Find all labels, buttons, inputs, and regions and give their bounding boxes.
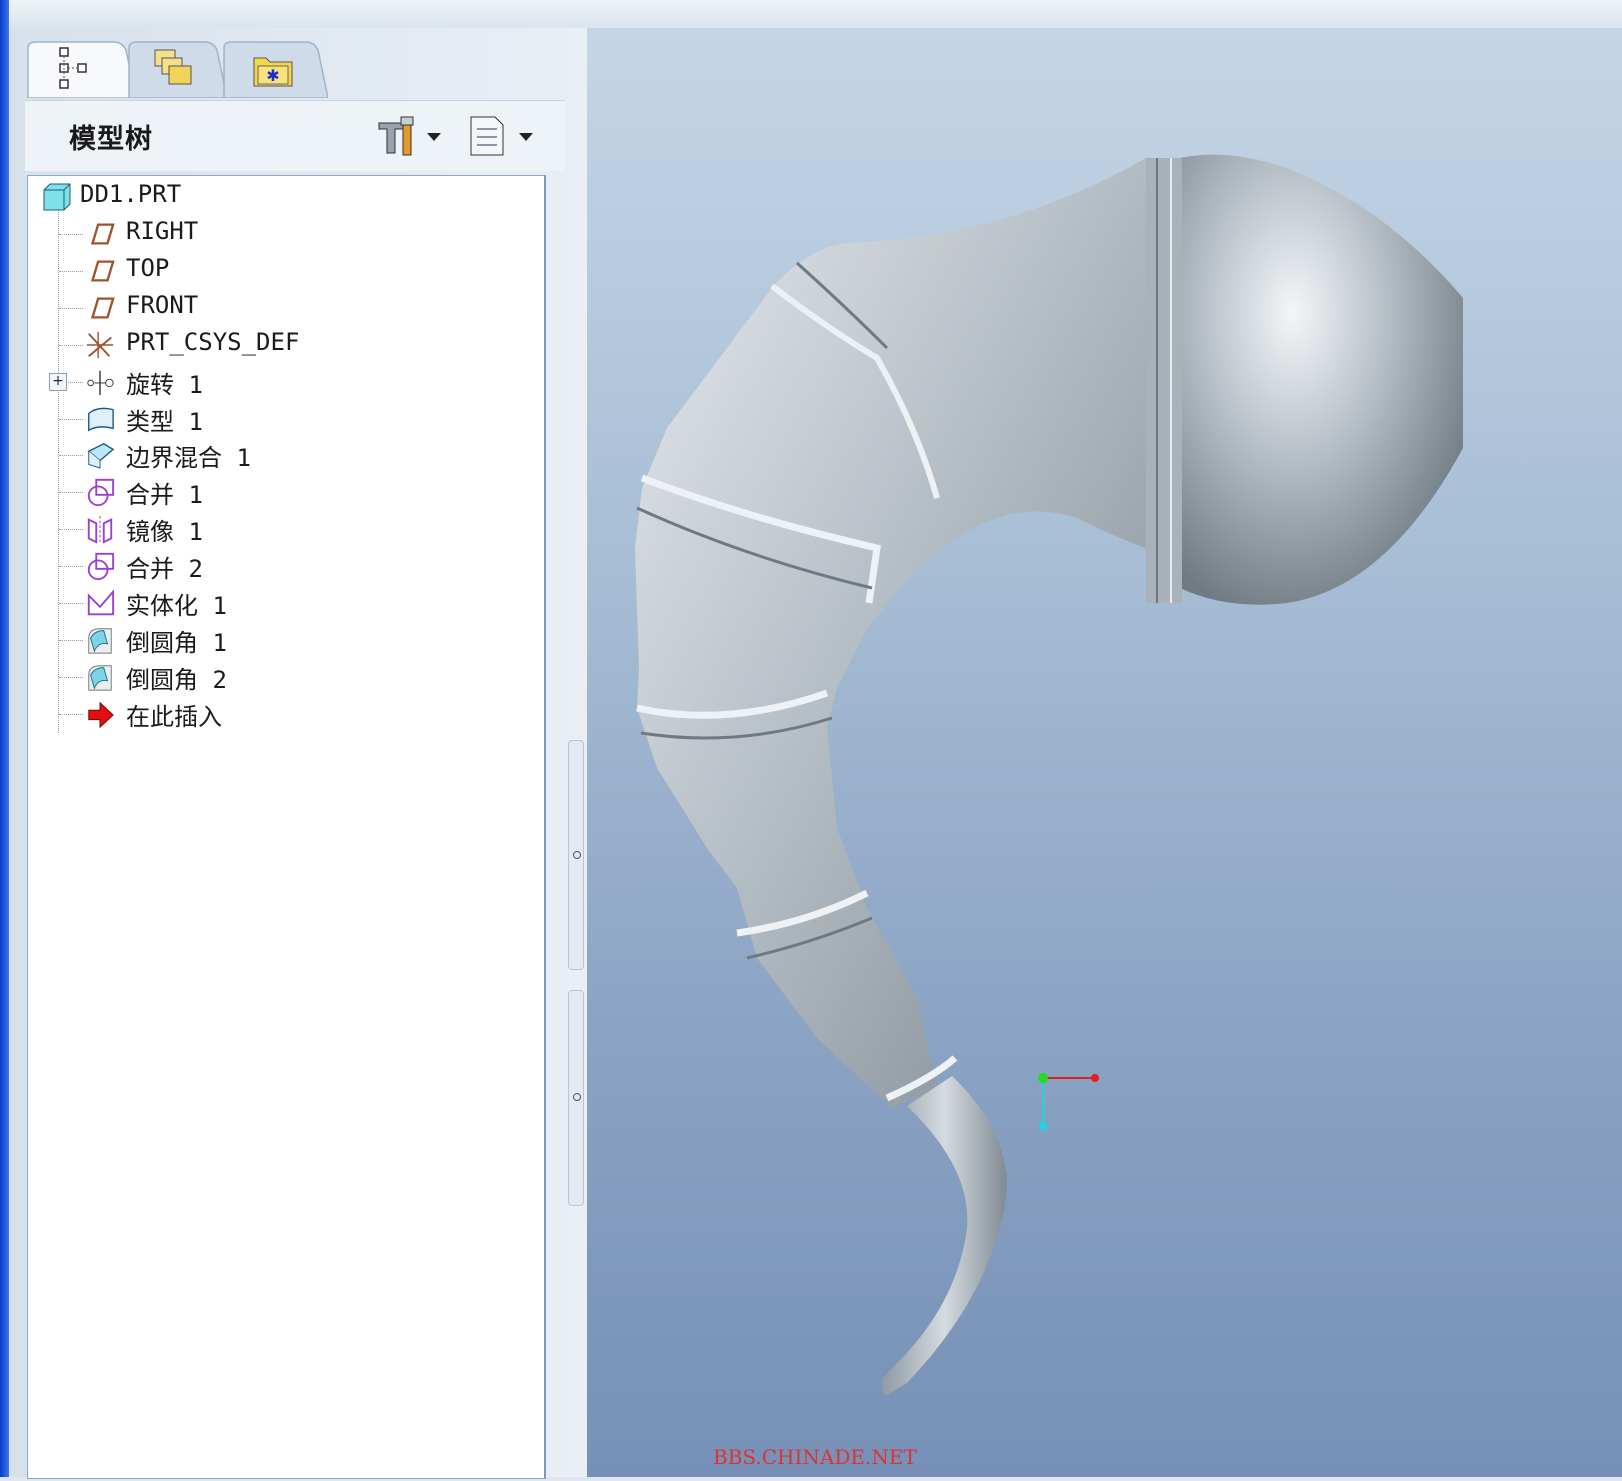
tree-item-label: 合并 2 (126, 555, 203, 584)
layers-icon (154, 49, 192, 85)
tree-item[interactable]: 合并 2 (28, 547, 538, 583)
graphics-viewport[interactable] (587, 28, 1622, 1477)
datum-plane-icon (90, 297, 115, 319)
tree-item[interactable]: 类型 1 (28, 400, 538, 436)
tree-item[interactable]: PRT_CSYS_DEF (28, 326, 538, 362)
tree-connector (59, 566, 83, 568)
panel-sash-lower[interactable] (568, 990, 584, 1206)
tree-item-label: 镜像 1 (126, 518, 203, 547)
tree-item[interactable]: + 旋转 1 (28, 363, 538, 399)
tree-item[interactable]: 倒圆角 1 (28, 621, 538, 657)
toolbar-strip (9, 0, 1622, 29)
solidify-icon (87, 589, 115, 616)
tree-item[interactable]: 倒圆角 2 (28, 658, 538, 694)
model-tree-header: 模型树 (25, 100, 565, 171)
model-tree: DD1.PRT RIGHT TOP FRONT PRT_CSYS_DEF + 旋转 1 类型… (27, 175, 546, 1479)
tree-item-label: 倒圆角 1 (126, 628, 227, 657)
show-button[interactable] (465, 113, 545, 159)
tree-item-label: 在此插入 (126, 702, 222, 731)
tree-item[interactable]: 镜像 1 (28, 510, 538, 546)
revolve-icon (87, 370, 114, 395)
window-edge (0, 0, 9, 1477)
tree-connector (59, 307, 83, 310)
insert-here-arrow-icon (88, 701, 114, 728)
tree-connector (59, 676, 83, 679)
tree-connector (59, 713, 83, 716)
tree-item[interactable]: FRONT (28, 289, 538, 325)
tree-item-label: PRT_CSYS_DEF (126, 327, 300, 356)
tree-item[interactable]: 实体化 1 (28, 584, 538, 620)
tab-layers[interactable] (127, 40, 227, 98)
expand-toggle-icon[interactable]: + (49, 372, 67, 391)
tree-connector (59, 639, 83, 642)
coordinate-system-icon (86, 331, 114, 358)
tree-item-label: RIGHT (126, 217, 199, 245)
tree-root-label: DD1.PRT (80, 180, 182, 208)
tab-model-tree[interactable] (26, 40, 136, 98)
tree-item[interactable]: TOP (28, 252, 538, 288)
style-surface-icon (88, 407, 114, 431)
coordinate-triad-icon (1038, 1073, 1099, 1130)
favorites-folder-icon: ✱ (253, 57, 293, 87)
tree-connector (59, 529, 83, 531)
tree-item[interactable]: RIGHT (28, 215, 538, 251)
tree-item-label: 实体化 1 (126, 592, 227, 620)
merge-icon (87, 479, 115, 507)
model-tree-icon (59, 47, 87, 89)
tree-connector (59, 344, 83, 347)
tree-item-label: 倒圆角 2 (126, 665, 227, 694)
tree-item-label: 类型 1 (126, 407, 203, 436)
tree-connector (59, 234, 83, 236)
settings-button[interactable] (373, 113, 449, 159)
round-icon (88, 665, 112, 691)
part-icon (43, 183, 71, 211)
sash-grip (573, 1093, 581, 1101)
tree-item-label: 边界混合 1 (126, 444, 251, 473)
tree-item[interactable]: 在此插入 (28, 695, 538, 731)
panel-sash-upper[interactable] (568, 740, 584, 970)
round-icon (88, 628, 112, 654)
tree-item[interactable]: 边界混合 1 (28, 436, 538, 472)
tree-item-label: 旋转 1 (126, 370, 203, 399)
merge-icon (87, 552, 115, 581)
tree-item-label: TOP (126, 253, 170, 282)
svg-text:✱: ✱ (266, 66, 279, 85)
panel-title: 模型树 (69, 124, 153, 155)
tree-root[interactable]: DD1.PRT (28, 178, 538, 214)
datum-plane-icon (90, 223, 115, 245)
tree-connector (59, 603, 83, 605)
datum-plane-icon (90, 260, 115, 282)
tree-item[interactable]: 合并 1 (28, 473, 538, 509)
sash-grip (573, 851, 581, 859)
tree-connector (59, 270, 83, 273)
tab-favorites[interactable]: ✱ (222, 40, 328, 98)
watermark-text: BBS.CHINADE.NET (713, 1445, 917, 1469)
tools-settings-icon (378, 116, 441, 156)
tree-connector (59, 455, 83, 457)
tree-item-label: FRONT (126, 290, 199, 319)
boundary-blend-icon (87, 443, 115, 470)
tree-connector (59, 418, 83, 421)
3d-model[interactable] (587, 28, 1622, 1477)
show-list-icon (470, 116, 533, 156)
tree-item-label: 合并 1 (126, 481, 203, 510)
mirror-icon (87, 516, 113, 545)
tree-connector (59, 492, 83, 494)
